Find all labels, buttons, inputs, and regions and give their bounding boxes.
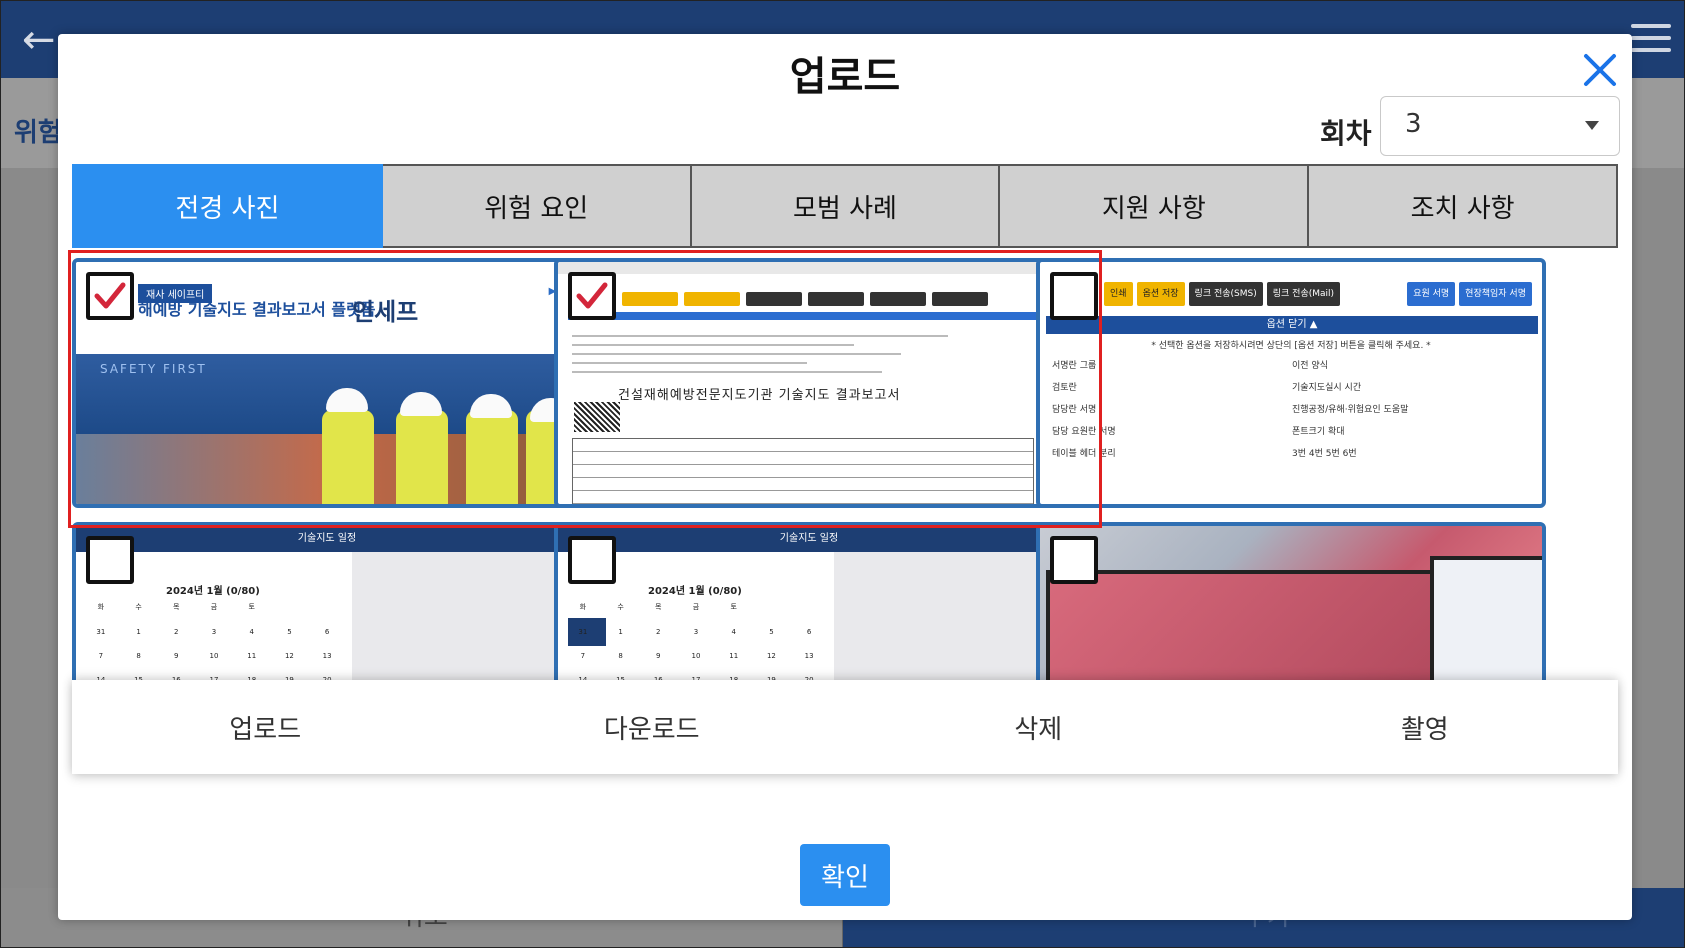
calendar-day: 토 <box>248 603 255 611</box>
delete-button[interactable]: 삭제 <box>845 680 1232 774</box>
action-bar: 업로드 다운로드 삭제 촬영 <box>72 680 1618 774</box>
calendar-day: 31 <box>578 628 588 636</box>
calendar-day: 31 <box>96 628 106 636</box>
tab-best-practices[interactable]: 모범 사례 <box>691 164 1001 248</box>
calendar-day: 12 <box>766 652 776 660</box>
hamburger-menu-icon[interactable] <box>1631 24 1671 54</box>
calendar-day: 3 <box>211 628 217 636</box>
qr-code-icon <box>574 402 620 432</box>
calendar-day: 7 <box>580 652 586 660</box>
calendar-day: 8 <box>136 652 141 660</box>
manager-sign-button: 현장책임자 서명 <box>1459 282 1532 306</box>
calendar-day <box>308 602 346 612</box>
calendar-day: 2 <box>174 628 179 636</box>
calendar-day: 화 <box>579 603 587 611</box>
round-select-value: 3 <box>1405 109 1422 139</box>
workers-image <box>316 348 578 504</box>
thumbnail-checkbox[interactable] <box>86 272 134 320</box>
calendar-day: 10 <box>691 652 701 660</box>
options-bar: 옵션 닫기 ▲ <box>1046 316 1538 334</box>
sms-link-button: 링크 전송(SMS) <box>1188 282 1263 306</box>
calendar-day: 3 <box>693 628 699 636</box>
thumbnail-checkbox[interactable] <box>1050 272 1098 320</box>
calendar-day: 6 <box>324 628 330 636</box>
download-button[interactable]: 다운로드 <box>459 680 846 774</box>
photo-thumbnail[interactable]: 재사 세이프티 해예방 기술지도 결과보고서 플랫폼 인세프 ▶▶ SAFETY… <box>72 258 582 508</box>
document-table <box>572 438 1034 504</box>
checkmark-icon <box>576 282 608 309</box>
document-title: 건설재해예방전문지도기관 기술지도 결과보고서 <box>618 388 901 403</box>
upload-modal: 업로드 회차 3 전경 사진 위험 요인 모범 사례 지원 사항 조치 사항 재… <box>58 34 1632 920</box>
calendar-day: 5 <box>769 628 774 636</box>
calendar-day <box>790 602 828 612</box>
upload-button[interactable]: 업로드 <box>72 680 459 774</box>
mail-link-button: 링크 전송(Mail) <box>1266 282 1341 306</box>
calendar-month: 2024년 1월 (0/80) <box>166 586 260 597</box>
calendar-header: 기술지도 일정 <box>76 526 578 552</box>
category-tabs: 전경 사진 위험 요인 모범 사례 지원 사항 조치 사항 <box>72 164 1618 248</box>
calendar-day: 목 <box>655 603 662 611</box>
confirm-button[interactable]: 확인 <box>800 844 890 906</box>
calendar-day: 5 <box>287 628 292 636</box>
thumbnail-title: 해예방 기술지도 결과보고서 플랫폼 <box>138 300 376 319</box>
calendar-day: 수 <box>617 603 624 611</box>
calendar-day: 토 <box>730 603 737 611</box>
calendar-day: 9 <box>656 652 661 660</box>
calendar-day: 9 <box>174 652 179 660</box>
calendar-day <box>271 602 309 612</box>
calendar-day: 수 <box>135 603 142 611</box>
thumbnail-checkbox[interactable] <box>1050 536 1098 584</box>
tab-action-items[interactable]: 조치 사항 <box>1309 164 1618 248</box>
thumbnail-checkbox[interactable] <box>86 536 134 584</box>
calendar-day: 2 <box>656 628 661 636</box>
thumbnail-checkbox[interactable] <box>568 272 616 320</box>
print-button: 인쇄 <box>1104 282 1133 306</box>
photo-thumbnail[interactable]: 인쇄 옵션 저장 링크 전송(SMS) 링크 전송(Mail) 요원 서명 현장… <box>1036 258 1546 508</box>
options-note: * 선택한 옵션을 저장하시려면 상단의 [옵션 저장] 버튼을 클릭해 주세요… <box>1151 341 1431 351</box>
calendar-day: 7 <box>98 652 104 660</box>
close-icon[interactable] <box>1578 48 1622 92</box>
tab-overview-photo[interactable]: 전경 사진 <box>72 164 383 248</box>
calendar-day: 11 <box>729 652 739 660</box>
calendar-header: 기술지도 일정 <box>558 526 1060 552</box>
calendar-day <box>753 602 791 612</box>
calendar-day: 11 <box>247 652 257 660</box>
thumbnail-brand: 인세프 <box>352 298 419 326</box>
calendar-day: 6 <box>806 628 812 636</box>
photo-thumbnail[interactable]: 건설재해예방전문지도기관 기술지도 결과보고서 <box>554 258 1064 508</box>
calendar-day: 12 <box>284 652 294 660</box>
round-select[interactable]: 3 <box>1380 96 1620 156</box>
chevron-down-icon <box>1585 121 1599 130</box>
calendar-day: 금 <box>692 603 700 611</box>
options-list: 서명란 그룹 이전 양식 검토란 기술지도실시 시간 담당란 서명 진행공정/유해·위… <box>1052 361 1409 459</box>
calendar-day: 목 <box>173 603 180 611</box>
checkmark-icon <box>94 282 126 309</box>
calendar-day: 13 <box>804 652 814 660</box>
calendar-day: 10 <box>209 652 219 660</box>
tab-support-items[interactable]: 지원 사항 <box>1000 164 1310 248</box>
calendar-day: 1 <box>618 628 623 636</box>
calendar-day: 화 <box>97 603 105 611</box>
subheader-text: 위험 <box>14 118 62 148</box>
agent-sign-button: 요원 서명 <box>1407 282 1456 306</box>
calendar-day: 8 <box>618 652 623 660</box>
calendar-day: 13 <box>322 652 332 660</box>
save-option-button: 옵션 저장 <box>1136 282 1185 306</box>
tab-risk-factors[interactable]: 위험 요인 <box>382 164 692 248</box>
calendar-month: 2024년 1월 (0/80) <box>648 586 742 597</box>
capture-button[interactable]: 촬영 <box>1232 680 1619 774</box>
calendar-day: 1 <box>136 628 141 636</box>
calendar-day: 금 <box>210 603 218 611</box>
thumbnail-safety-text: SAFETY FIRST <box>100 362 207 376</box>
thumbnail-checkbox[interactable] <box>568 536 616 584</box>
modal-title: 업로드 <box>789 54 901 100</box>
calendar-day: 4 <box>249 628 254 636</box>
round-label: 회차 <box>1320 117 1372 150</box>
calendar-day: 4 <box>731 628 736 636</box>
